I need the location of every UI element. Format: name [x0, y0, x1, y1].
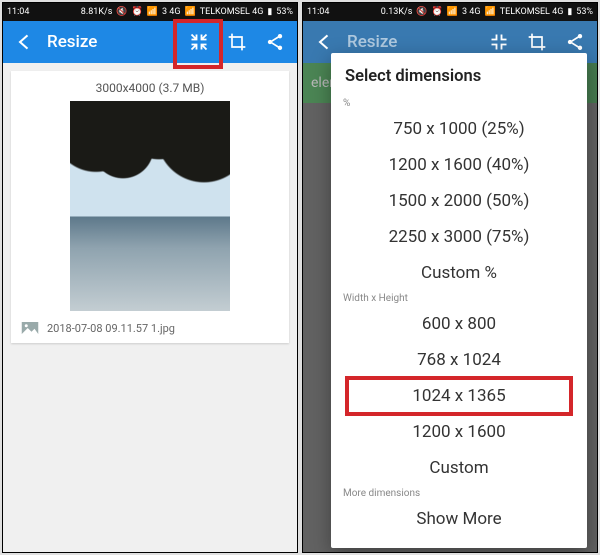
option-custom-pct[interactable]: Custom % — [341, 255, 577, 291]
sim2-label: TELKOMSEL 4G — [500, 7, 564, 17]
battery-icon: ▮ — [567, 7, 572, 17]
right-screenshot: 11:04 0.13K/s 🔇 ⏰ 📶 3 4G 📶 TELKOMSEL 4G … — [302, 2, 598, 553]
content-area: 3000x4000 (3.7 MB) 2018-07-08 09.11.57 1… — [3, 63, 297, 552]
page-title: Resize — [347, 32, 477, 52]
option-40pct[interactable]: 1200 x 1600 (40%) — [341, 147, 577, 183]
alarm-icon: ⏰ — [132, 7, 143, 17]
net-speed: 8.81K/s — [81, 7, 113, 17]
option-1024x1365[interactable]: 1024 x 1365 — [345, 376, 573, 416]
back-button[interactable] — [9, 26, 41, 58]
share-button[interactable] — [259, 26, 291, 58]
status-bar: 11:04 0.13K/s 🔇 ⏰ 📶 3 4G 📶 TELKOMSEL 4G … — [303, 3, 597, 21]
status-bar: 11:04 8.81K/s 🔇 ⏰ 📶 3 4G 📶 TELKOMSEL 4G … — [3, 3, 297, 21]
section-wh: Width x Height — [341, 291, 577, 306]
status-time: 11:04 — [307, 7, 329, 17]
option-50pct[interactable]: 1500 x 2000 (50%) — [341, 183, 577, 219]
left-screenshot: 11:04 8.81K/s 🔇 ⏰ 📶 3 4G 📶 TELKOMSEL 4G … — [2, 2, 298, 553]
sim2-label: TELKOMSEL 4G — [200, 7, 264, 17]
sim1-label: 3 4G — [462, 7, 480, 17]
app-bar: Resize — [3, 21, 297, 63]
file-row: 2018-07-08 09.11.57 1.jpg — [21, 321, 279, 335]
option-768x1024[interactable]: 768 x 1024 — [341, 342, 577, 378]
image-dimensions-label: 3000x4000 (3.7 MB) — [21, 81, 279, 95]
option-1200x1600[interactable]: 1200 x 1600 — [341, 414, 577, 450]
battery-icon: ▮ — [267, 7, 272, 17]
status-right: 8.81K/s 🔇 ⏰ 📶 3 4G 📶 TELKOMSEL 4G ▮ 53% — [32, 7, 293, 17]
section-more: More dimensions — [341, 486, 577, 501]
show-more-button[interactable]: Show More — [341, 501, 577, 537]
file-name: 2018-07-08 09.11.57 1.jpg — [47, 322, 175, 335]
page-title: Resize — [47, 32, 177, 52]
resize-collapse-button[interactable] — [183, 26, 215, 58]
image-card[interactable]: 3000x4000 (3.7 MB) 2018-07-08 09.11.57 1… — [11, 71, 289, 343]
mute-icon: 🔇 — [116, 7, 127, 17]
option-custom-wh[interactable]: Custom — [341, 450, 577, 486]
net-speed: 0.13K/s — [381, 7, 413, 17]
status-right: 0.13K/s 🔇 ⏰ 📶 3 4G 📶 TELKOMSEL 4G ▮ 53% — [332, 7, 593, 17]
battery-pct: 53% — [576, 7, 593, 17]
option-75pct[interactable]: 2250 x 3000 (75%) — [341, 219, 577, 255]
status-time: 11:04 — [7, 7, 29, 17]
image-file-icon — [21, 321, 39, 335]
signal1-icon: 📶 — [447, 7, 458, 17]
option-25pct[interactable]: 750 x 1000 (25%) — [341, 111, 577, 147]
image-thumbnail[interactable] — [70, 101, 230, 311]
signal1-icon: 📶 — [147, 7, 158, 17]
signal2-icon: 📶 — [484, 7, 495, 17]
mute-icon: 🔇 — [416, 7, 427, 17]
dialog-title: Select dimensions — [341, 67, 577, 86]
signal2-icon: 📶 — [184, 7, 195, 17]
sim1-label: 3 4G — [162, 7, 180, 17]
image-content — [70, 101, 230, 217]
section-percent: % — [341, 96, 577, 111]
battery-pct: 53% — [276, 7, 293, 17]
crop-button[interactable] — [221, 26, 253, 58]
option-600x800[interactable]: 600 x 800 — [341, 306, 577, 342]
alarm-icon: ⏰ — [432, 7, 443, 17]
select-dimensions-dialog: Select dimensions % 750 x 1000 (25%) 120… — [331, 53, 587, 548]
